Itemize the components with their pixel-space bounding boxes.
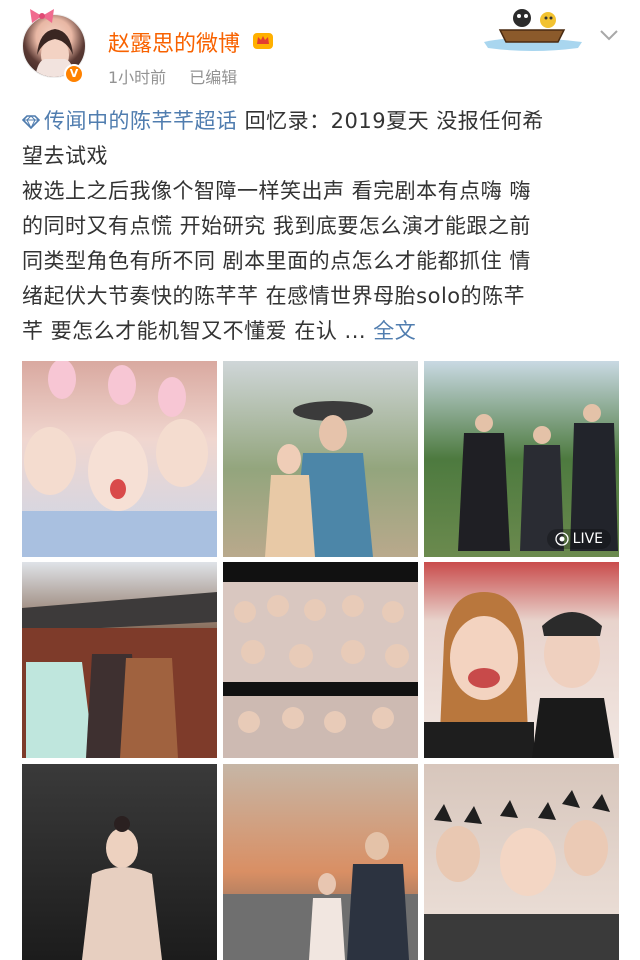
photo-sunset-rooftop[interactable] (223, 764, 418, 960)
post-body: 传闻中的陈芊芊超话 回忆录：2019夏天 没报任何希 望去试戏 被选上之后我像个… (22, 104, 622, 349)
photo-bunny-ears-selfie[interactable] (22, 361, 217, 557)
live-badge: LIVE (546, 529, 611, 549)
photo-group-black-robes[interactable]: LIVE (424, 361, 619, 557)
post-time: 1小时前 (108, 68, 167, 87)
post-line: 被选上之后我像个智障一样笑出声 看完剧本有点嗨 嗨 (22, 179, 531, 203)
photo-photobooth-collage[interactable] (223, 562, 418, 758)
vip-crown-icon (253, 33, 273, 49)
photo-laughing-selfie[interactable] (424, 562, 619, 758)
post-line: 芊 要怎么才能机智又不懂爱 在认 ... (22, 319, 374, 343)
edited-label: 已编辑 (189, 68, 238, 87)
photo-dark-backdrop-portrait[interactable] (22, 764, 217, 960)
full-text-link[interactable]: 全文 (373, 319, 416, 343)
topic-link[interactable]: 传闻中的陈芊芊超话 (22, 109, 238, 133)
live-label: LIVE (572, 531, 603, 547)
post-line: 望去试戏 (22, 144, 108, 168)
photo-hat-costume-outdoor[interactable] (223, 361, 418, 557)
live-icon (554, 532, 569, 546)
verified-badge: V (64, 64, 84, 84)
post-line: 绪起伏大节奏快的陈芊芊 在感情世界母胎solo的陈芊 (22, 284, 526, 308)
diamond-icon (22, 115, 40, 129)
post-line: 回忆录：2019夏天 没报任何希 (237, 109, 544, 133)
username[interactable]: 赵露思的微博 (108, 26, 240, 58)
photo-cat-ears-selfie[interactable] (424, 764, 619, 960)
topic-label: 传闻中的陈芊芊超话 (44, 109, 238, 133)
post-header: V 赵露思的微博 1小时前 已编辑 (0, 0, 640, 100)
post-meta: 1小时前 已编辑 (108, 64, 255, 88)
bow-icon (30, 9, 54, 23)
photo-costume-palace-gate[interactable] (22, 562, 217, 758)
chevron-down-icon[interactable] (598, 26, 620, 44)
post-line: 的同时又有点慌 开始研究 我到底要怎么演才能跟之前 (22, 214, 531, 238)
post-line: 同类型角色有所不同 剧本里面的点怎么才能都抓住 情 (22, 249, 531, 273)
boat-decoration-icon (484, 9, 582, 51)
